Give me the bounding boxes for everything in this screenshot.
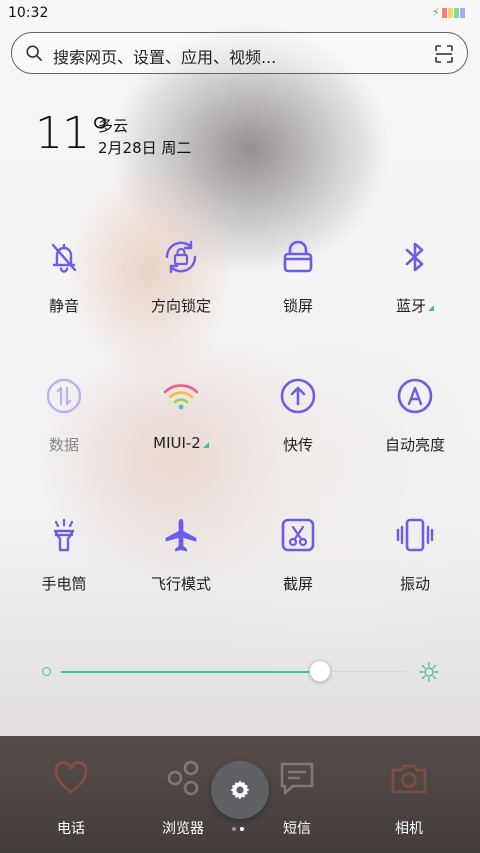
camera-icon <box>391 764 427 794</box>
weather-date: 2月28日 周二 <box>98 139 192 157</box>
battery-icon: ⚡ <box>432 7 470 19</box>
more-indicator <box>428 305 434 311</box>
lock-icon <box>283 240 313 273</box>
toggle-vibrate[interactable]: 振动 <box>355 515 475 615</box>
flashlight-icon <box>53 518 75 552</box>
dock-label: 电话 <box>57 821 85 837</box>
toggle-screenshot[interactable]: 截屏 <box>238 515 358 615</box>
toggle-bluetooth[interactable]: 蓝牙 <box>355 237 475 337</box>
toggle-label: 数据 <box>48 436 79 454</box>
toggle-label-text: 蓝牙 <box>395 297 426 315</box>
airplane-icon <box>165 519 197 552</box>
bluetooth-icon <box>405 242 424 272</box>
toggle-label: 快传 <box>282 436 313 454</box>
dock-messages[interactable]: 短信 <box>257 758 337 838</box>
weather-condition: 多云 <box>98 117 129 135</box>
mobile-data-icon <box>46 378 82 414</box>
toggle-label: 截屏 <box>282 575 313 593</box>
scan-icon[interactable] <box>434 44 454 64</box>
toggle-label: 自动亮度 <box>384 436 445 454</box>
screenshot-icon <box>281 518 315 552</box>
toggle-label-text: MIUI-2 <box>153 434 201 452</box>
dock-label: 短信 <box>283 821 311 837</box>
page-indicator <box>232 827 252 833</box>
toggle-label: 锁屏 <box>282 297 313 315</box>
brightness-min-icon <box>42 667 51 676</box>
page-dot <box>240 827 244 831</box>
toggle-auto-brightness[interactable]: 自动亮度 <box>355 376 475 476</box>
message-icon <box>280 762 314 795</box>
toggle-silent[interactable]: 静音 <box>4 237 124 337</box>
toggle-label: 蓝牙 <box>355 295 475 316</box>
phone-icon <box>54 761 88 794</box>
vibrate-icon <box>396 518 434 552</box>
brightness-thumb[interactable] <box>308 660 331 682</box>
settings-button[interactable] <box>211 761 269 819</box>
dock-phone[interactable]: 电话 <box>31 758 111 838</box>
brightness-track-fill <box>61 671 320 673</box>
toggle-wifi[interactable]: MIUI-2 <box>121 376 241 476</box>
toggle-label: 静音 <box>48 297 79 315</box>
dock-camera[interactable]: 相机 <box>369 758 449 838</box>
browser-icon <box>167 760 199 796</box>
toggle-quick-transfer[interactable]: 快传 <box>238 376 358 476</box>
toggle-flashlight[interactable]: 手电筒 <box>4 515 124 615</box>
bell-off-icon <box>51 243 77 273</box>
auto-brightness-icon <box>397 378 433 414</box>
toggle-label: 手电筒 <box>41 575 87 593</box>
more-indicator <box>202 442 209 448</box>
toggle-mobile-data[interactable]: 数据 <box>4 376 124 476</box>
gear-icon <box>230 780 250 800</box>
toggle-label: 振动 <box>399 575 430 593</box>
search-input[interactable]: 搜索网页、设置、应用、视频... <box>53 44 276 68</box>
quick-transfer-icon <box>280 378 316 414</box>
brightness-track[interactable] <box>319 671 406 672</box>
dock-label: 相机 <box>395 821 423 837</box>
search-icon <box>26 45 43 62</box>
charging-icon: ⚡ <box>432 6 440 19</box>
toggle-label: 方向锁定 <box>150 297 211 315</box>
dock-browser[interactable]: 浏览器 <box>143 758 223 838</box>
brightness-slider[interactable] <box>40 660 440 684</box>
rotation-lock-icon <box>165 240 197 274</box>
toggle-lock-screen[interactable]: 锁屏 <box>238 237 358 337</box>
brightness-max-icon <box>419 662 439 682</box>
status-bar: 10:32 ⚡ <box>0 0 480 26</box>
toggle-label: MIUI-2 <box>121 434 241 452</box>
toggle-label: 飞行模式 <box>150 575 211 593</box>
toggle-airplane-mode[interactable]: 飞行模式 <box>121 515 241 615</box>
wifi-icon <box>163 384 199 410</box>
page-dot <box>232 827 236 831</box>
dock-label: 浏览器 <box>162 821 204 837</box>
status-time: 10:32 <box>8 5 49 21</box>
search-bar[interactable]: 搜索网页、设置、应用、视频... <box>11 32 468 74</box>
toggle-rotation-lock[interactable]: 方向锁定 <box>121 237 241 337</box>
